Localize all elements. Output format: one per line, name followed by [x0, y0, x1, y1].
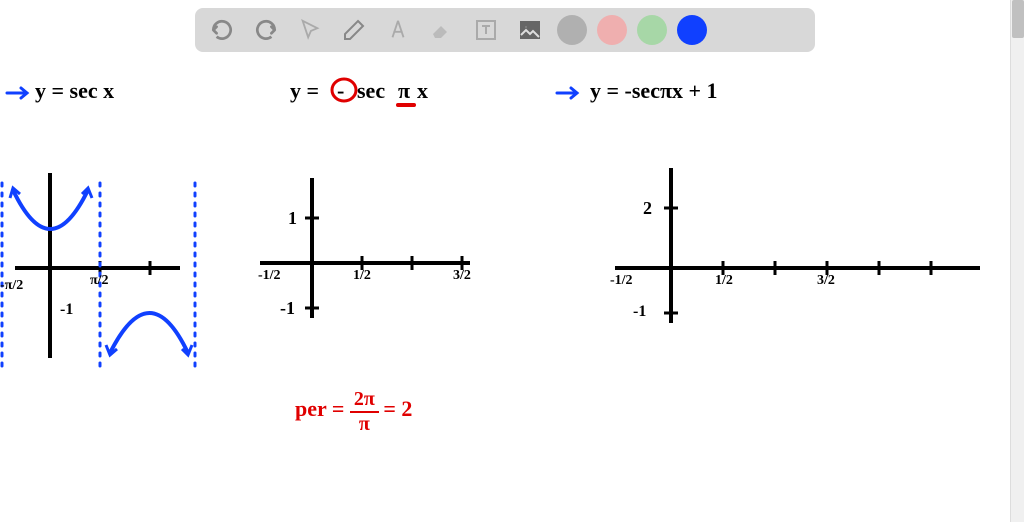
g1-xtick-2: π/2 [90, 273, 109, 289]
toolbar [195, 8, 815, 52]
g2-xtick-2: 1/2 [353, 268, 371, 284]
color-gray[interactable] [557, 15, 587, 45]
color-green[interactable] [637, 15, 667, 45]
text-icon[interactable] [469, 13, 503, 47]
g3-ytick-1: 2 [643, 198, 652, 219]
g2-xtick-3: 3/2 [453, 268, 471, 284]
eraser-icon[interactable] [425, 13, 459, 47]
equation-3: y = -secπx + 1 [590, 78, 718, 104]
scrollbar[interactable] [1010, 0, 1024, 522]
graph-3 [605, 153, 985, 333]
g2-ytick-1: 1 [288, 208, 297, 229]
whiteboard-canvas: y = sec x y = - sec π x y = -secπx + 1 -… [5, 58, 1004, 517]
color-pink[interactable] [597, 15, 627, 45]
image-icon[interactable] [513, 13, 547, 47]
arrow-icon [5, 83, 35, 103]
g3-ytick-2: -1 [633, 303, 646, 321]
g2-ytick-2: -1 [280, 298, 295, 319]
arrow-icon [555, 83, 585, 103]
g3-xtick-1: -1/2 [610, 273, 633, 289]
graph-secx [0, 148, 200, 378]
period-formula: per = 2π π = 2 [295, 388, 412, 436]
equation-2-pi: π [398, 78, 410, 104]
cursor-icon[interactable] [293, 13, 327, 47]
pencil-icon[interactable] [337, 13, 371, 47]
redo-icon[interactable] [249, 13, 283, 47]
equation-2-prefix: y = [290, 78, 319, 104]
undo-icon[interactable] [205, 13, 239, 47]
g3-xtick-2: 1/2 [715, 273, 733, 289]
equation-2-x: x [417, 78, 428, 104]
color-blue[interactable] [677, 15, 707, 45]
compass-icon[interactable] [381, 13, 415, 47]
equation-2-sec: sec [357, 78, 385, 104]
underline-annotation [396, 102, 416, 108]
g1-xtick-1: -π/2 [0, 278, 23, 294]
equation-2-neg: - [337, 78, 344, 104]
g3-xtick-3: 3/2 [817, 273, 835, 289]
equation-1: y = sec x [35, 78, 114, 104]
circle-annotation [330, 76, 360, 104]
g1-ytick-1: -1 [60, 301, 73, 319]
scrollbar-thumb[interactable] [1012, 0, 1024, 38]
g2-xtick-1: -1/2 [258, 268, 281, 284]
